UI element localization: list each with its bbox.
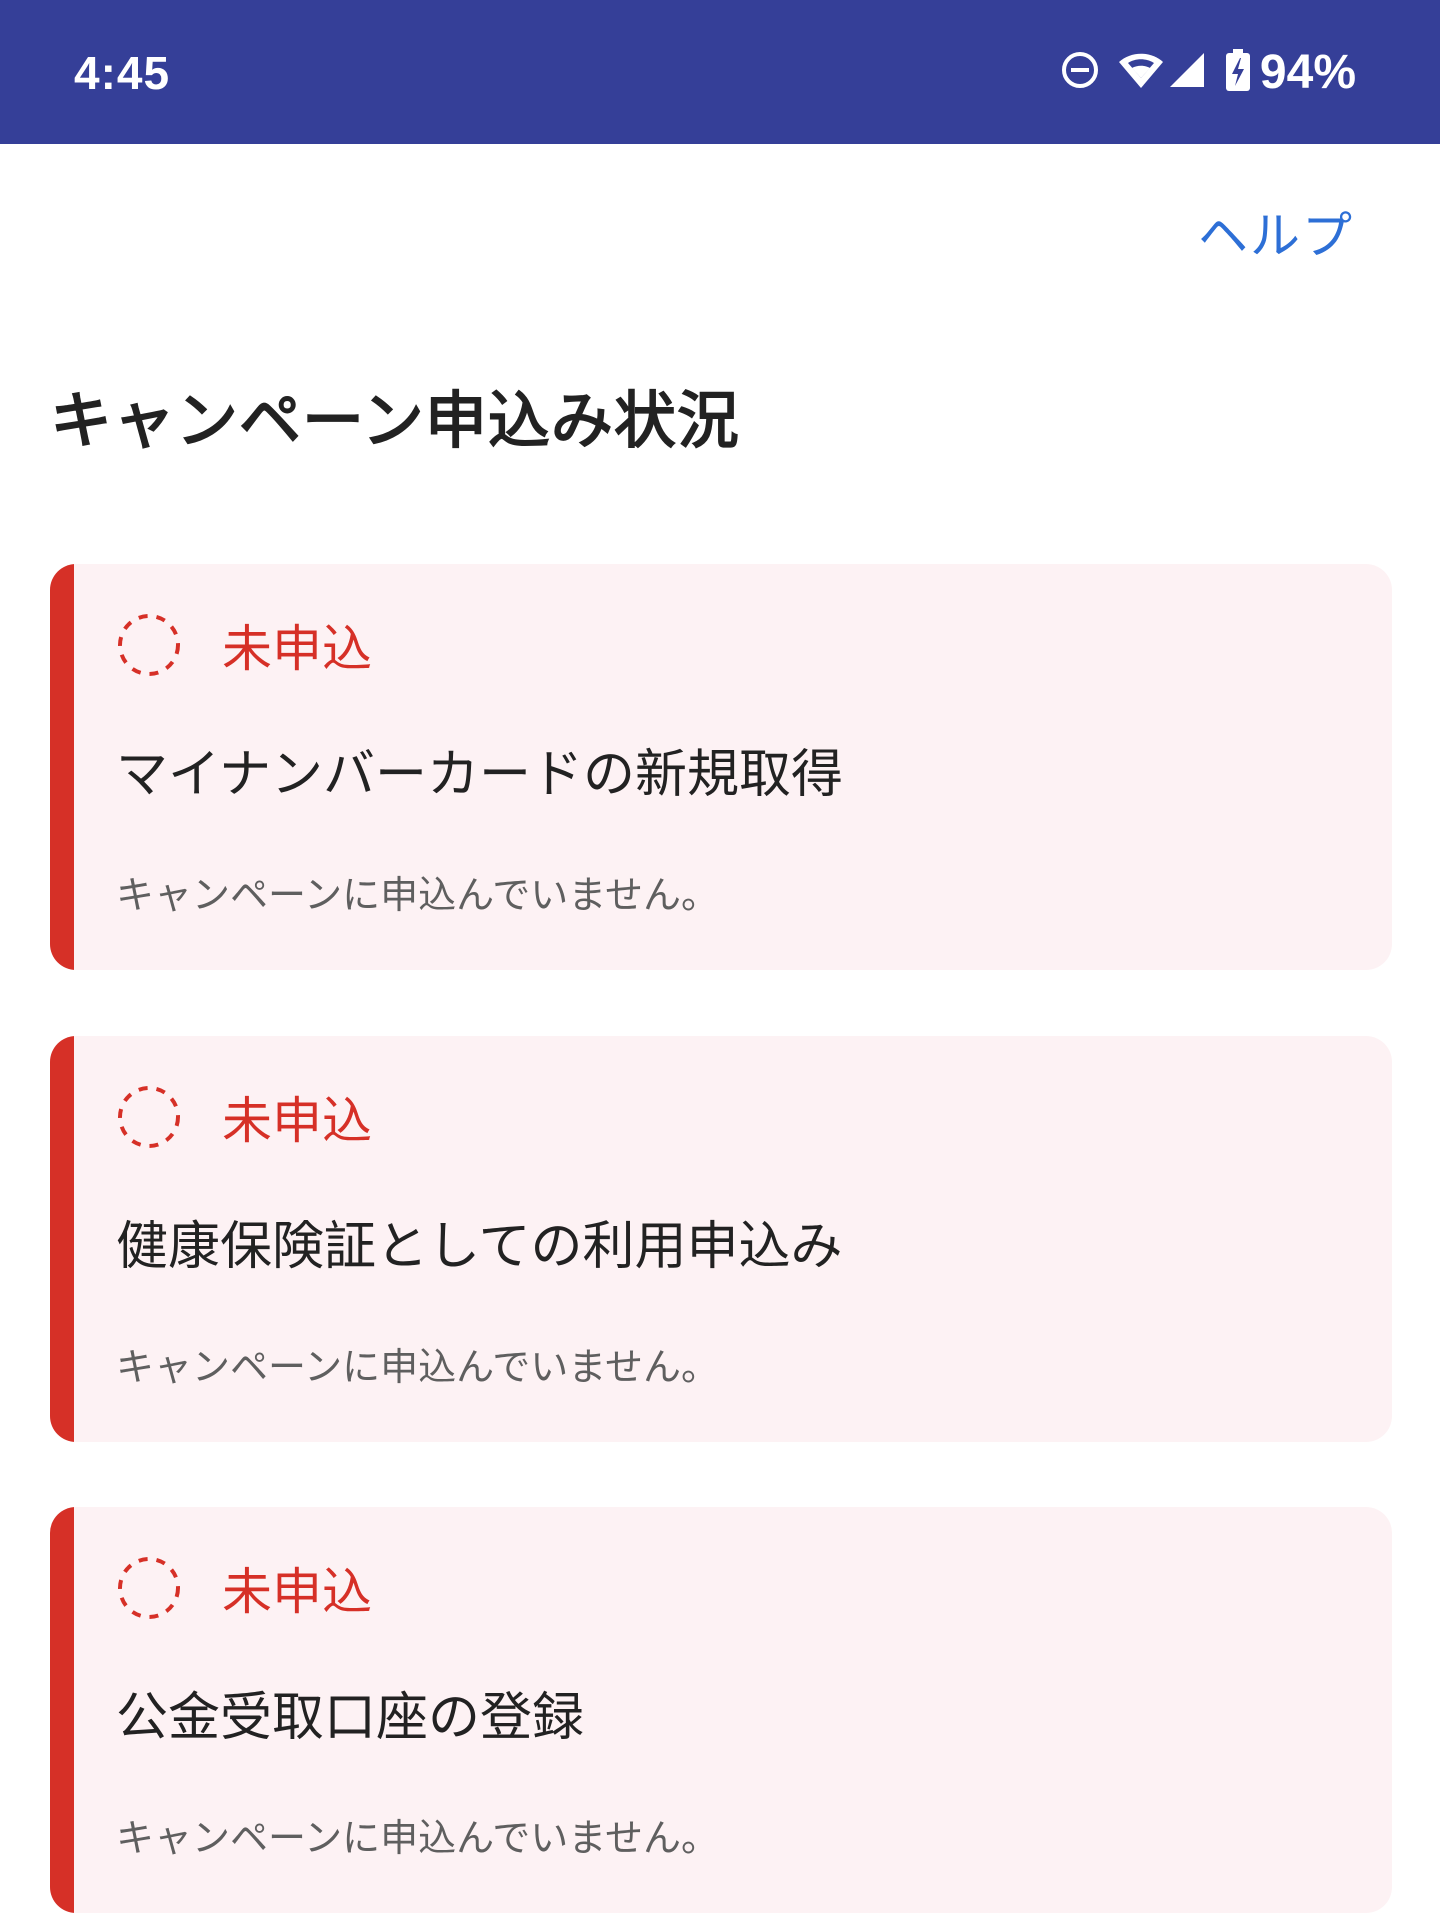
card-status: 未申込 — [116, 1082, 372, 1152]
status-bar: 4:45 94% — [0, 0, 1440, 144]
card-accent-stripe — [50, 1036, 74, 1442]
card-description: キャンペーンに申込んでいません。 — [116, 1345, 720, 1389]
status-time: 4:45 — [74, 47, 171, 99]
card-title: 公金受取口座の登録 — [116, 1688, 585, 1748]
card-accent-stripe — [50, 1507, 74, 1913]
card-status-label: 未申込 — [222, 1092, 372, 1150]
pending-dashed-circle-icon — [118, 614, 180, 676]
page-title: キャンペーン申込み状況 — [50, 384, 740, 457]
card-description: キャンペーンに申込んでいません。 — [116, 873, 720, 917]
card-title: マイナンバーカードの新規取得 — [116, 745, 843, 805]
card-status: 未申込 — [116, 610, 372, 680]
campaign-card-bank-account[interactable]: 未申込 公金受取口座の登録 キャンペーンに申込んでいません。 — [50, 1507, 1392, 1913]
campaign-card-health-insurance[interactable]: 未申込 健康保険証としての利用申込み キャンペーンに申込んでいません。 — [50, 1036, 1392, 1442]
pending-dashed-circle-icon — [118, 1086, 180, 1148]
battery-charging-icon — [1225, 49, 1250, 95]
status-icons: 94% — [1042, 42, 1356, 102]
card-title: 健康保険証としての利用申込み — [116, 1217, 843, 1277]
card-status: 未申込 — [116, 1553, 372, 1623]
wifi-icon — [1118, 50, 1164, 94]
pending-dashed-circle-icon — [118, 1557, 180, 1619]
cell-signal-icon — [1168, 51, 1206, 93]
card-status-label: 未申込 — [222, 1563, 372, 1621]
card-accent-stripe — [50, 564, 74, 970]
battery-percent: 94% — [1259, 45, 1356, 99]
help-link[interactable]: ヘルプ — [1198, 196, 1354, 268]
card-status-label: 未申込 — [222, 620, 372, 678]
campaign-card-mynumber[interactable]: 未申込 マイナンバーカードの新規取得 キャンペーンに申込んでいません。 — [50, 564, 1392, 970]
do-not-disturb-icon — [1060, 50, 1100, 94]
card-description: キャンペーンに申込んでいません。 — [116, 1816, 720, 1860]
